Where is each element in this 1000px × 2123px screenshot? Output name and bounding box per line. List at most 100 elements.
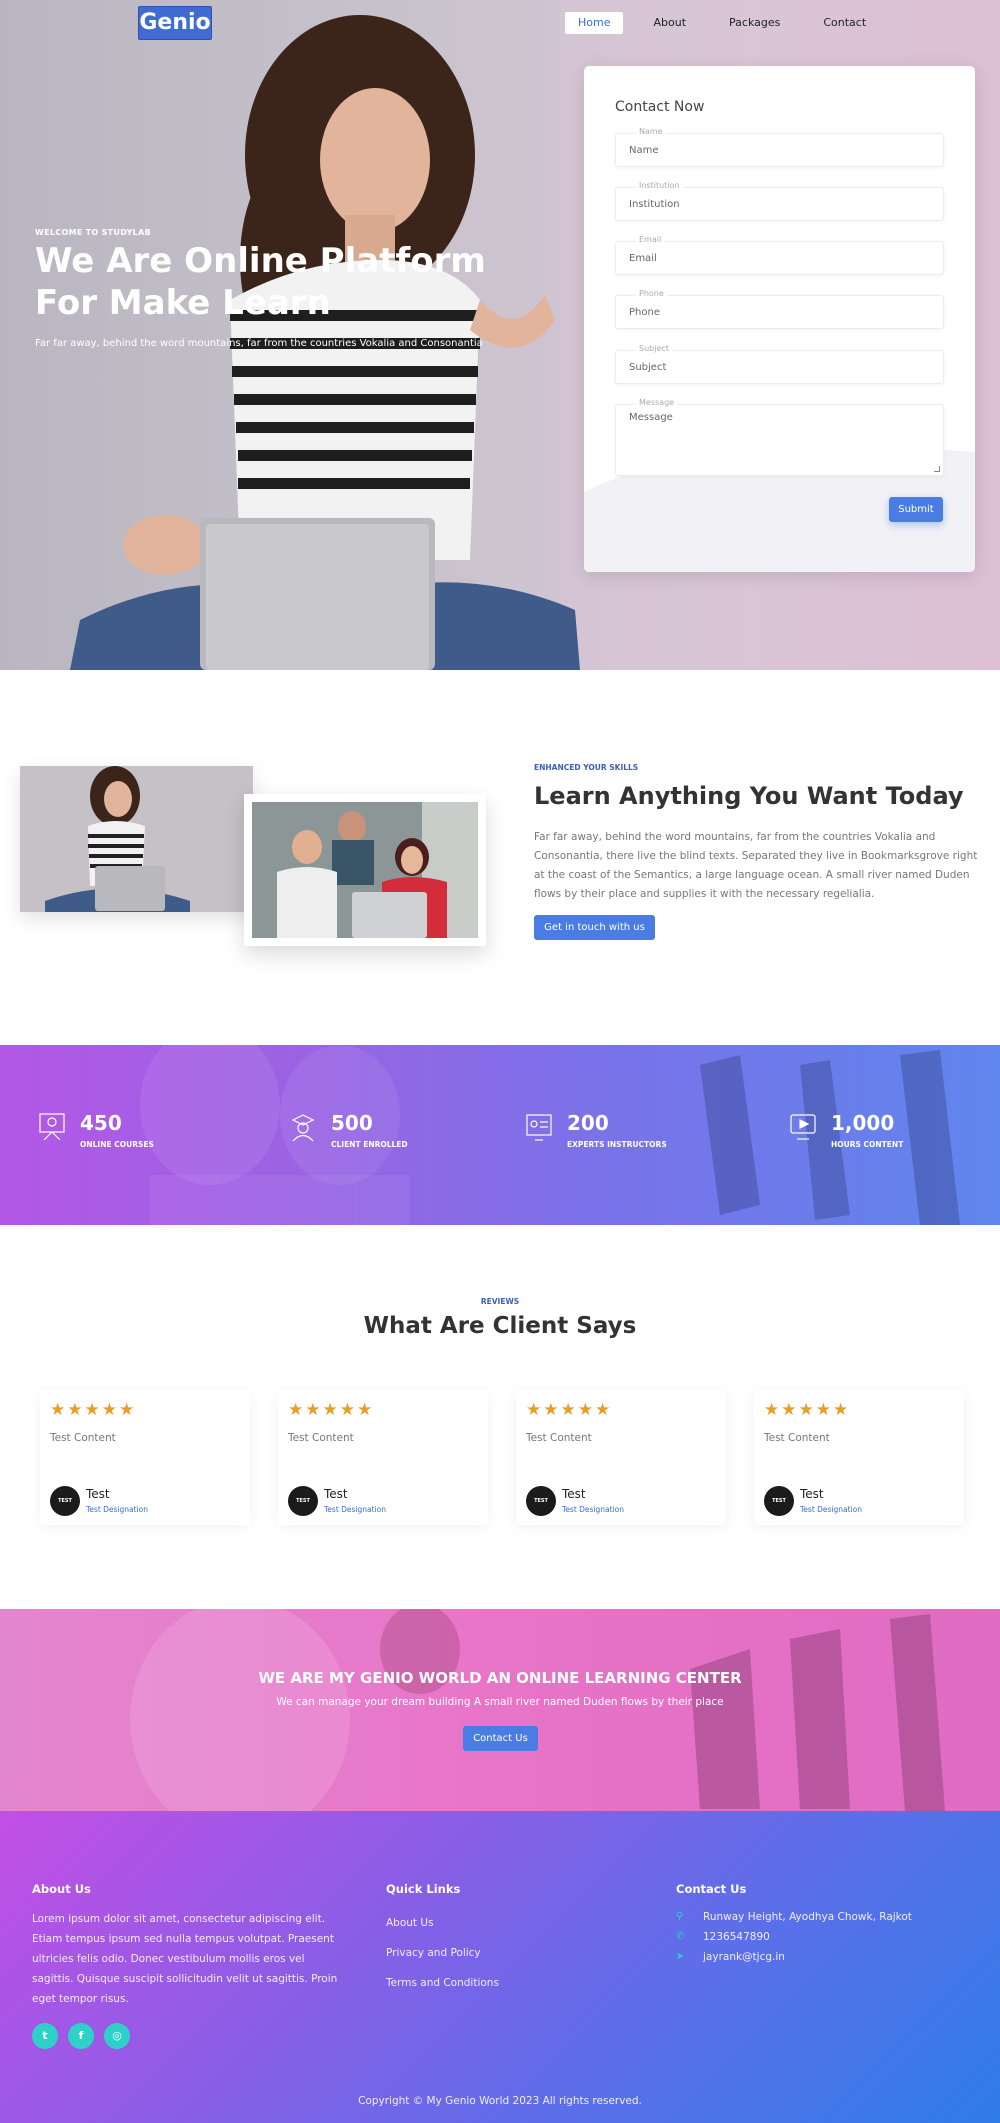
message-field-placeholder: Message xyxy=(629,412,673,423)
institution-field-label: Institution xyxy=(636,181,683,190)
reviews-eyebrow: REVIEWS xyxy=(480,1297,520,1306)
cta-background-photo xyxy=(130,1609,945,1811)
submit-button[interactable]: Submit xyxy=(889,497,943,522)
footer-address: Runway Height, Ayodhya Chowk, Rajkot xyxy=(703,1911,912,1923)
stat-label: CLIENT ENROLLED xyxy=(331,1140,408,1149)
stat-client-enrolled: 500 CLIENT ENROLLED xyxy=(289,1112,408,1149)
phone-field-label: Phone xyxy=(636,289,667,298)
stats-section: 450 ONLINE COURSES 500 CLIENT ENROLLED 2… xyxy=(0,1045,1000,1225)
nav-item-home[interactable]: Home xyxy=(565,12,624,34)
cta-subtitle: We can manage your dream building A smal… xyxy=(276,1696,724,1708)
reviewer-designation: Test Designation xyxy=(562,1505,625,1514)
review-card: ★★★★★ Test Content TEST Test Test Design… xyxy=(278,1390,488,1525)
reviewer-name: Test xyxy=(562,1487,586,1501)
stat-value: 200 xyxy=(567,1111,609,1135)
rating-stars-icon: ★★★★★ xyxy=(50,1400,137,1420)
reviewer-designation: Test Designation xyxy=(86,1505,149,1514)
avatar: TEST xyxy=(764,1486,794,1516)
hero-section: Genio Home About Packages Contact WELCOM… xyxy=(0,0,1000,670)
send-icon: ➤ xyxy=(676,1951,685,1962)
stat-label: EXPERTS INSTRUCTORS xyxy=(567,1140,667,1149)
avatar: TEST xyxy=(50,1486,80,1516)
stat-value: 500 xyxy=(331,1111,373,1135)
review-content: Test Content xyxy=(288,1432,354,1444)
review-card: ★★★★★ Test Content TEST Test Test Design… xyxy=(40,1390,250,1525)
review-card: ★★★★★ Test Content TEST Test Test Design… xyxy=(516,1390,726,1525)
reviewer-name: Test xyxy=(86,1487,110,1501)
rating-stars-icon: ★★★★★ xyxy=(764,1400,851,1420)
institution-field[interactable]: Institution Institution xyxy=(615,181,944,221)
copyright: Copyright © My Genio World 2023 All righ… xyxy=(358,2095,642,2107)
footer-link-terms[interactable]: Terms and Conditions xyxy=(386,1977,499,1989)
instagram-icon[interactable]: ◎ xyxy=(104,2023,130,2049)
hero-subtitle: Far far away, behind the word mountains,… xyxy=(35,338,483,349)
facebook-icon[interactable]: f xyxy=(68,2023,94,2049)
nav-item-about[interactable]: About xyxy=(640,12,699,34)
contact-form-title: Contact Now xyxy=(615,99,705,115)
footer-email[interactable]: jayrank@tjcg.in xyxy=(703,1951,785,1963)
review-content: Test Content xyxy=(764,1432,830,1444)
footer-link-about-us[interactable]: About Us xyxy=(386,1917,434,1929)
courses-icon xyxy=(39,1113,65,1141)
footer-contact-heading: Contact Us xyxy=(676,1882,747,1896)
footer-about-text: Lorem ipsum dolor sit amet, consectetur … xyxy=(32,1913,338,2005)
hero-eyebrow: WELCOME TO STUDYLAB xyxy=(35,228,151,237)
review-card: ★★★★★ Test Content TEST Test Test Design… xyxy=(754,1390,964,1525)
reviewer-name: Test xyxy=(800,1487,824,1501)
subject-field[interactable]: Subject Subject xyxy=(615,344,944,384)
message-field-label: Message xyxy=(636,398,678,407)
contact-us-button[interactable]: Contact Us xyxy=(463,1726,538,1751)
stat-value: 1,000 xyxy=(831,1111,895,1135)
instructor-icon xyxy=(526,1114,552,1141)
review-content: Test Content xyxy=(526,1432,592,1444)
brand-logo[interactable]: Genio xyxy=(138,6,212,40)
institution-field-placeholder: Institution xyxy=(629,199,680,210)
nav-item-packages[interactable]: Packages xyxy=(716,12,793,34)
email-field-placeholder: Email xyxy=(629,253,657,264)
students-group-image xyxy=(244,794,486,946)
reviews-section: REVIEWS What Are Client Says ★★★★★ Test … xyxy=(0,1225,1000,1609)
about-text: Far far away, behind the word mountains,… xyxy=(534,831,978,900)
video-content-icon xyxy=(790,1114,816,1140)
about-title: Learn Anything You Want Today xyxy=(534,782,964,810)
footer: About Us Lorem ipsum dolor sit amet, con… xyxy=(0,1811,1000,2123)
avatar: TEST xyxy=(526,1486,556,1516)
twitter-icon[interactable]: t xyxy=(32,2023,58,2049)
phone-field[interactable]: Phone Phone xyxy=(615,289,944,329)
cta-section: WE ARE MY GENIO WORLD AN ONLINE LEARNING… xyxy=(0,1609,1000,1811)
stat-experts-instructors: 200 EXPERTS INSTRUCTORS xyxy=(525,1112,667,1149)
get-in-touch-button[interactable]: Get in touch with us xyxy=(534,915,655,940)
hero-title: We Are Online Platform For Make Learn xyxy=(35,241,486,323)
about-eyebrow: ENHANCED YOUR SKILLS xyxy=(534,763,639,772)
review-content: Test Content xyxy=(50,1432,116,1444)
reviews-title: What Are Client Says xyxy=(363,1313,637,1339)
subject-field-placeholder: Subject xyxy=(629,362,667,373)
phone-icon: ✆ xyxy=(676,1931,685,1942)
avatar: TEST xyxy=(288,1486,318,1516)
stat-online-courses: 450 ONLINE COURSES xyxy=(38,1112,154,1149)
reviewer-name: Test xyxy=(324,1487,348,1501)
nav-item-contact[interactable]: Contact xyxy=(810,12,879,34)
footer-phone[interactable]: 1236547890 xyxy=(703,1931,770,1943)
phone-field-placeholder: Phone xyxy=(629,307,660,318)
footer-quick-links-heading: Quick Links xyxy=(386,1882,461,1896)
cta-title: WE ARE MY GENIO WORLD AN ONLINE LEARNING… xyxy=(258,1669,742,1687)
stat-label: ONLINE COURSES xyxy=(80,1140,154,1149)
name-field-label: Name xyxy=(636,127,666,136)
graduate-icon xyxy=(291,1114,315,1142)
location-pin-icon: ⚲ xyxy=(676,1911,684,1922)
email-field-label: Email xyxy=(636,235,665,244)
name-field[interactable]: Name Name xyxy=(615,127,944,167)
reviewer-designation: Test Designation xyxy=(800,1505,863,1514)
stat-label: HOURS CONTENT xyxy=(831,1140,904,1149)
email-field[interactable]: Email Email xyxy=(615,235,944,275)
stat-value: 450 xyxy=(80,1111,122,1135)
subject-field-label: Subject xyxy=(636,344,672,353)
reviewer-designation: Test Designation xyxy=(324,1505,387,1514)
message-field[interactable]: Message Message xyxy=(615,398,944,476)
footer-link-privacy-policy[interactable]: Privacy and Policy xyxy=(386,1947,481,1959)
main-nav: Home About Packages Contact xyxy=(565,12,896,34)
stat-hours-content: 1,000 HOURS CONTENT xyxy=(789,1112,903,1149)
name-field-placeholder: Name xyxy=(629,145,659,156)
resize-handle-icon[interactable] xyxy=(934,466,940,472)
